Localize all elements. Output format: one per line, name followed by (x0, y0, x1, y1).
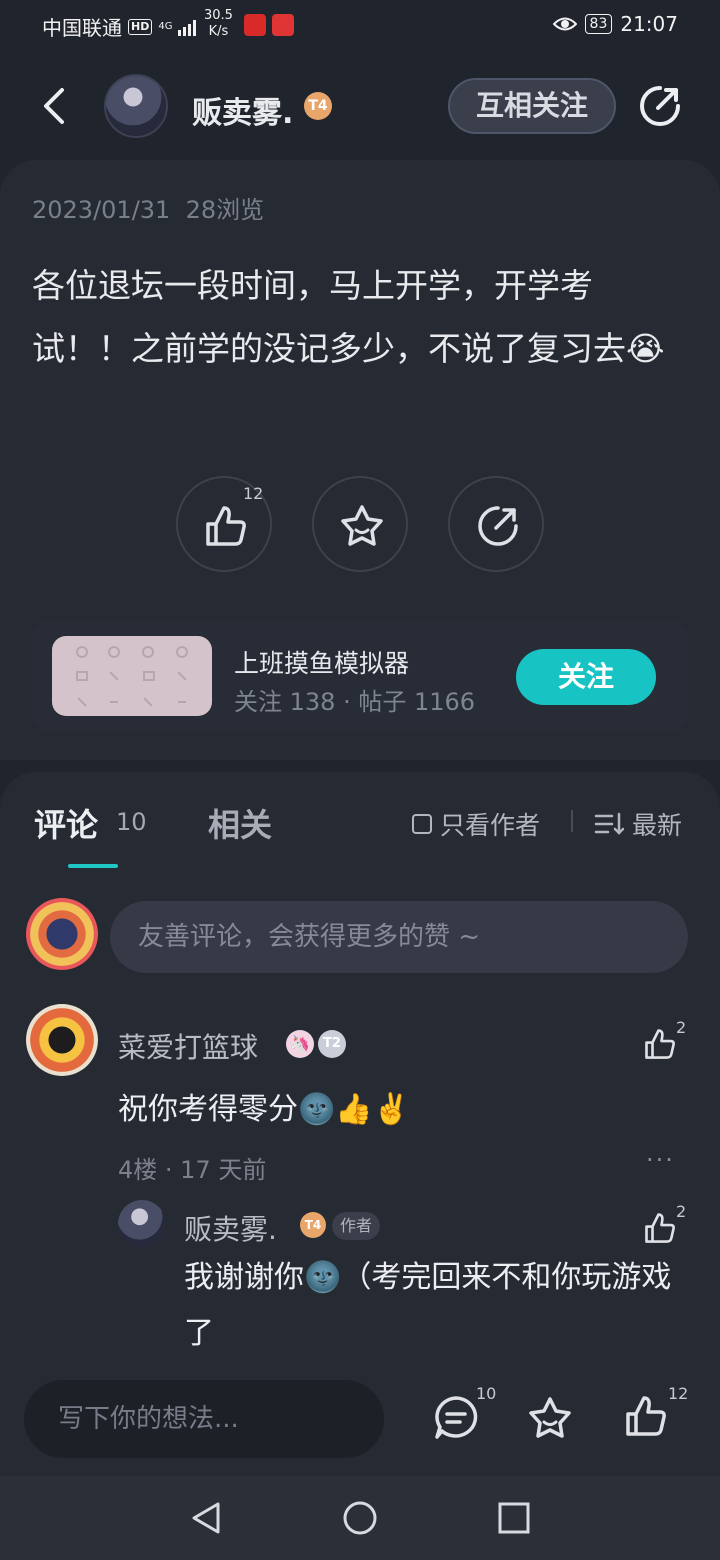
nav-recents-icon[interactable] (496, 1500, 532, 1536)
only-author-checkbox[interactable] (412, 814, 432, 834)
author-level-badge: T4 (304, 92, 332, 120)
post-favorite-button[interactable] (312, 476, 408, 572)
signal-icon (178, 19, 197, 36)
nav-home-icon[interactable] (342, 1500, 378, 1536)
comment-input[interactable]: 友善评论，会获得更多的赞 ~ (110, 901, 688, 973)
sort-icon (594, 812, 624, 835)
author-avatar[interactable] (104, 74, 168, 138)
pattern-icons (76, 646, 188, 707)
tab-comments-count: 10 (116, 808, 147, 836)
unicorn-badge-icon: 🦄 (286, 1030, 314, 1058)
network-type: 4G (158, 20, 173, 32)
star-icon (341, 505, 383, 546)
comment-like-count: 2 (676, 1018, 687, 1037)
network-speed: 30.5 K/s (204, 8, 233, 40)
bottom-comment-count: 10 (476, 1384, 497, 1403)
star-icon[interactable] (526, 1394, 574, 1442)
reply-user-name[interactable]: 贩卖雾. (184, 1208, 277, 1248)
more-options-icon[interactable]: ··· (646, 1146, 675, 1174)
sort-label: 最新 (632, 811, 683, 840)
thumbs-up-icon[interactable] (642, 1026, 678, 1062)
only-author-filter[interactable]: 只看作者 (412, 806, 540, 842)
post-body: 各位退坛一段时间，马上开学，开学考试！！之前学的没记多少，不说了复习去😭 (32, 266, 665, 368)
back-arrow-icon[interactable] (40, 86, 70, 126)
reply-level-badge: T4 (300, 1212, 326, 1238)
commenter-avatar[interactable] (26, 1004, 98, 1076)
speed-unit: K/s (208, 24, 229, 39)
tab-indicator (68, 864, 118, 868)
notification-app-icon (244, 14, 266, 36)
community-thumbnail[interactable] (52, 636, 212, 716)
sort-toggle[interactable]: 最新 (594, 806, 682, 842)
notification-huawei-icon (272, 14, 294, 36)
post-views: 28浏览 (185, 196, 265, 224)
comment-icon[interactable] (432, 1394, 480, 1442)
bottom-like-count: 12 (668, 1384, 689, 1403)
my-avatar (26, 898, 98, 970)
share-icon[interactable] (638, 84, 682, 128)
post-date: 2023/01/31 (32, 196, 171, 224)
post-share-button[interactable] (448, 476, 544, 572)
author-tag: 作者 (332, 1212, 381, 1240)
tab-related[interactable]: 相关 (208, 800, 272, 846)
post-like-count: 12 (243, 484, 264, 503)
comment-meta: 4楼 · 17 天前 (118, 1156, 267, 1184)
community-stats: 关注 138 · 帖子 1166 (234, 688, 476, 716)
clock: 21:07 (620, 12, 678, 36)
reply-like-count: 2 (676, 1202, 687, 1221)
eye-icon (552, 17, 577, 31)
commenter-level-badge: T2 (318, 1030, 346, 1058)
reply-text: 我谢谢你🌚（考完回来不和你玩游戏了 (184, 1260, 672, 1351)
author-name[interactable]: 贩卖雾. (192, 88, 293, 132)
follow-community-button[interactable]: 关注 (516, 649, 656, 705)
status-right: 83 21:07 (552, 12, 678, 36)
battery-level: 83 (584, 14, 613, 34)
mutual-follow-button[interactable]: 互相关注 (448, 78, 616, 134)
status-left: 中国联通 HD 4G (42, 12, 200, 41)
only-author-label: 只看作者 (440, 811, 541, 840)
tab-comments[interactable]: 评论 (34, 800, 98, 846)
commenter-name[interactable]: 菜爱打篮球 (118, 1026, 258, 1066)
comment-text: 祝你考得零分🌚👍✌️ (118, 1092, 411, 1127)
speed-value: 30.5 (204, 8, 233, 23)
filter-divider (571, 810, 573, 832)
write-thought-input[interactable]: 写下你的想法... (24, 1380, 384, 1458)
carrier-name: 中国联通 (42, 16, 122, 40)
thumbs-up-icon (206, 506, 246, 546)
community-name[interactable]: 上班摸鱼模拟器 (234, 644, 409, 680)
reply-avatar[interactable] (118, 1200, 166, 1248)
post-meta: 2023/01/31 28浏览 (32, 190, 264, 225)
nav-back-icon[interactable] (188, 1500, 224, 1536)
share-icon (478, 506, 518, 546)
thumbs-up-icon[interactable] (622, 1392, 670, 1440)
hd-indicator: HD (128, 18, 153, 35)
thumbs-up-icon[interactable] (642, 1210, 678, 1246)
